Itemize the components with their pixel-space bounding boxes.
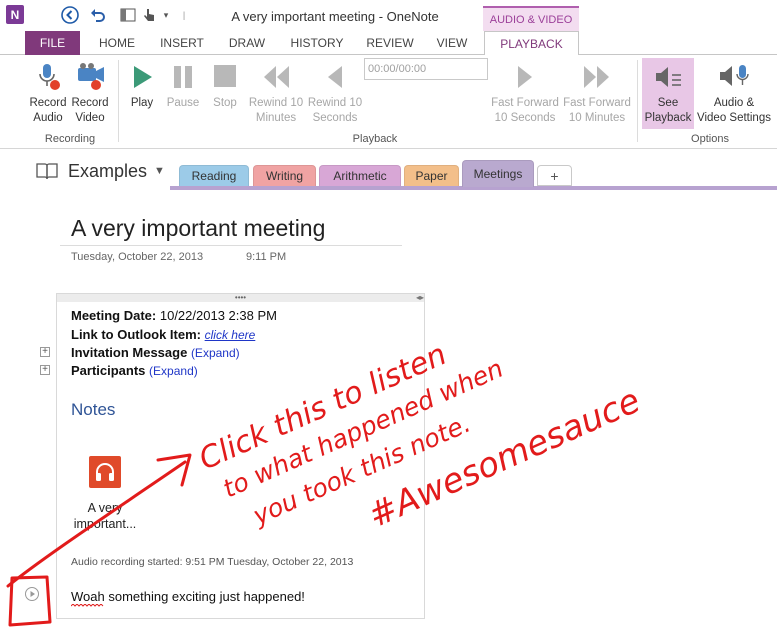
pause-button[interactable]: Pause — [163, 61, 203, 111]
notes-heading: Notes — [71, 400, 116, 419]
see-playback-icon — [642, 61, 694, 93]
meeting-date-row: Meeting Date: 10/22/2013 2:38 PM — [71, 308, 277, 323]
rewind-10-seconds-button[interactable]: Rewind 10 Seconds — [305, 61, 365, 126]
playback-time-readout: 00:00/00:00 — [364, 58, 488, 80]
expand-participants-icon[interactable]: + — [40, 365, 50, 375]
add-section-button[interactable]: + — [537, 165, 572, 186]
notebook-name[interactable]: Examples — [68, 161, 147, 182]
stop-button[interactable]: Stop — [207, 61, 243, 111]
notebook-icon[interactable] — [36, 162, 58, 180]
playback-group-label: Playback — [352, 133, 398, 145]
audio-file-label[interactable]: A very important... — [64, 500, 146, 532]
options-group-label: Options — [691, 133, 729, 145]
tab-draw[interactable]: DRAW — [220, 31, 274, 55]
tab-insert[interactable]: INSERT — [152, 31, 212, 55]
audio-recording-started: Audio recording started: 9:51 PM Tuesday… — [71, 556, 354, 568]
play-icon — [125, 61, 159, 93]
title-underline — [60, 245, 402, 246]
window-title: A very important meeting - OneNote — [231, 9, 439, 24]
chevron-down-icon[interactable]: ▼ — [154, 165, 165, 177]
dock-icon[interactable] — [118, 5, 138, 25]
section-tab-arithmetic[interactable]: Arithmetic — [319, 165, 401, 186]
section-tab-meetings[interactable]: Meetings — [462, 160, 534, 187]
outlook-link-row: Link to Outlook Item: click here — [71, 327, 256, 342]
record-audio-button[interactable]: Record Audio — [27, 61, 69, 126]
section-tab-writing[interactable]: Writing — [253, 165, 316, 186]
expand-invitation-icon[interactable]: + — [40, 347, 50, 357]
section-tab-paper[interactable]: Paper — [404, 165, 459, 186]
record-video-button[interactable]: Record Video — [69, 61, 111, 126]
tab-playback[interactable]: PLAYBACK — [484, 31, 579, 56]
back-icon[interactable] — [60, 5, 80, 25]
note-drag-handle[interactable]: •••• — [57, 294, 424, 302]
fast-forward-seconds-icon — [490, 61, 560, 93]
playback-marker-icon[interactable] — [25, 587, 39, 601]
resize-arrow-icon[interactable]: ◂▸ — [416, 294, 424, 302]
outlook-link[interactable]: click here — [205, 328, 256, 342]
page-date: Tuesday, October 22, 2013 — [71, 251, 204, 263]
tab-view[interactable]: VIEW — [428, 31, 476, 55]
note-body-text[interactable]: Woah something exciting just happened! — [71, 589, 305, 604]
invitation-row: Invitation Message (Expand) — [71, 345, 240, 360]
fast-forward-icon — [562, 61, 632, 93]
page-title[interactable]: A very important meeting — [71, 215, 325, 242]
invitation-expand-link[interactable]: (Expand) — [191, 346, 240, 360]
fast-forward-10-minutes-button[interactable]: Fast Forward 10 Minutes — [562, 61, 632, 126]
play-button[interactable]: Play — [125, 61, 159, 111]
stop-icon — [207, 61, 243, 93]
pause-icon — [163, 61, 203, 93]
video-camera-icon — [69, 61, 111, 93]
recording-group-label: Recording — [44, 133, 96, 145]
tab-home[interactable]: HOME — [90, 31, 144, 55]
rewind-10-minutes-button[interactable]: Rewind 10 Minutes — [246, 61, 306, 126]
customize-icon[interactable]: ▾ — [160, 5, 172, 25]
tab-review[interactable]: REVIEW — [360, 31, 420, 55]
onenote-logo-icon: N — [6, 5, 24, 24]
context-tab-header: AUDIO & VIDEO — [483, 6, 579, 31]
participants-row: Participants (Expand) — [71, 363, 198, 378]
divider-icon: | — [182, 10, 186, 20]
tab-file[interactable]: FILE — [25, 31, 80, 55]
touch-mode-icon[interactable] — [139, 5, 159, 25]
spelling-squiggle — [71, 604, 104, 607]
page-time: 9:11 PM — [246, 251, 287, 263]
fast-forward-10-seconds-button[interactable]: Fast Forward 10 Seconds — [490, 61, 560, 126]
group-separator — [637, 60, 638, 142]
audio-video-settings-button[interactable]: Audio & Video Settings — [694, 61, 774, 126]
undo-icon[interactable] — [88, 5, 108, 25]
see-playback-button[interactable]: See Playback — [642, 58, 694, 129]
participants-expand-link[interactable]: (Expand) — [149, 364, 198, 378]
microphone-icon — [27, 61, 69, 93]
rewind-icon — [246, 61, 306, 93]
group-separator — [118, 60, 119, 142]
audio-file-icon[interactable] — [89, 456, 121, 488]
section-tab-reading[interactable]: Reading — [179, 165, 249, 186]
audio-settings-icon — [694, 61, 774, 93]
rewind-seconds-icon — [305, 61, 365, 93]
tab-history[interactable]: HISTORY — [284, 31, 350, 55]
